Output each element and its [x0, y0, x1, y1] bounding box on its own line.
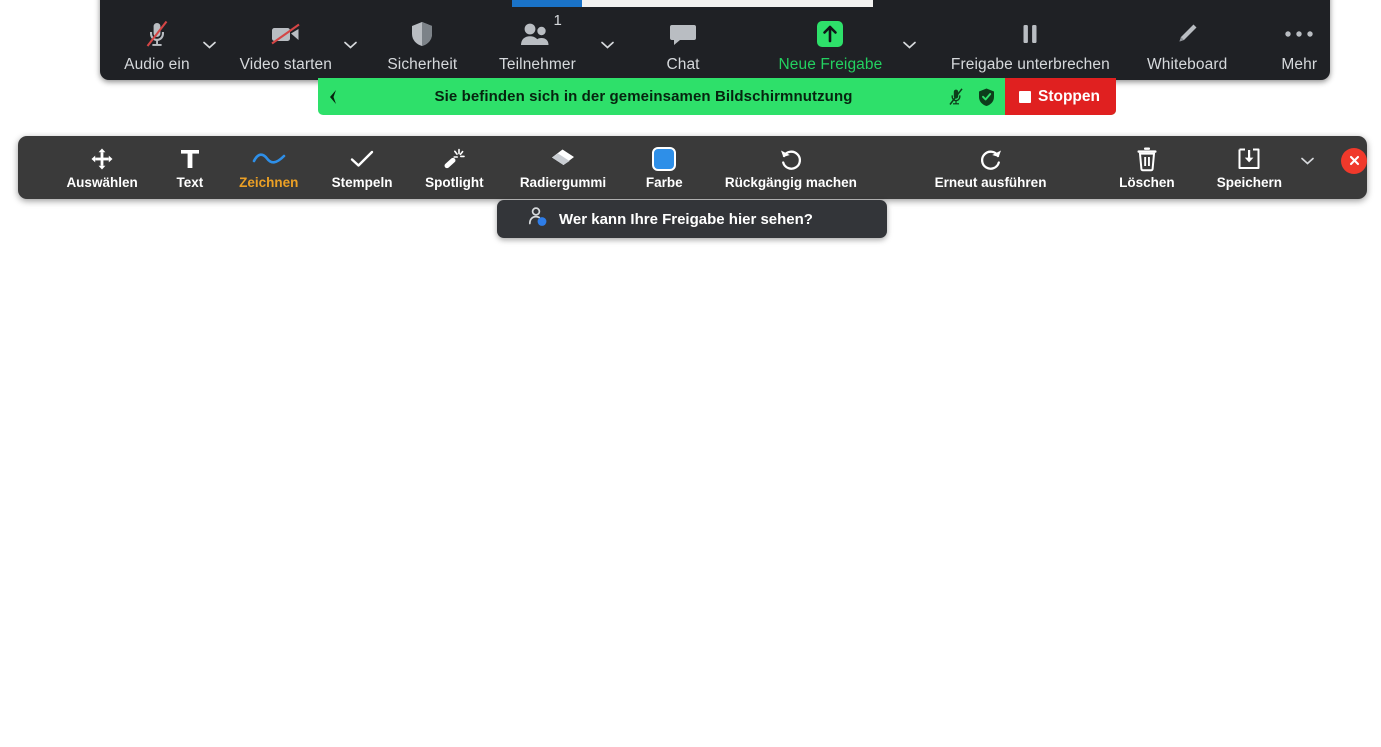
screen-root: Audio ein Video starten Sicherheit 1 Tei…: [0, 0, 1381, 747]
toolbar-label-new-share: Neue Freigabe: [778, 56, 883, 73]
annot-label-spotlight: Spotlight: [425, 174, 484, 190]
toolbar-label-more: Mehr: [1281, 56, 1318, 73]
toolbar-button-security[interactable]: Sicherheit: [374, 0, 471, 80]
chat-bubble-icon: [668, 13, 698, 55]
audio-options-caret[interactable]: [200, 0, 219, 80]
tooltip-text: Wer kann Ihre Freigabe hier sehen?: [559, 210, 813, 228]
share-visibility-tooltip[interactable]: Wer kann Ihre Freigabe hier sehen?: [497, 200, 887, 238]
mic-muted-small-icon[interactable]: [941, 87, 971, 107]
video-muted-icon: [269, 13, 303, 55]
draw-wave-icon: [252, 146, 286, 172]
toolbar-button-chat[interactable]: Chat: [655, 0, 711, 80]
spotlight-wand-icon: [441, 146, 467, 172]
undo-icon: [778, 146, 804, 172]
annot-label-clear: Löschen: [1119, 174, 1175, 190]
toolbar-button-whiteboard[interactable]: Whiteboard: [1136, 0, 1239, 80]
pause-icon: [1018, 13, 1042, 55]
more-dots-icon: [1283, 13, 1315, 55]
checkmark-icon: [349, 146, 375, 172]
drag-grip-icon[interactable]: [318, 88, 350, 106]
annot-close-button[interactable]: [1341, 147, 1368, 174]
participants-count: 1: [553, 12, 562, 29]
annot-button-undo[interactable]: Rückgängig machen: [715, 136, 866, 199]
annot-label-draw: Zeichnen: [239, 174, 299, 190]
toolbar-label-pause-share: Freigabe unterbrechen: [950, 56, 1110, 73]
redo-icon: [978, 146, 1004, 172]
toolbar-label-whiteboard: Whiteboard: [1147, 56, 1228, 73]
toolbar-button-more[interactable]: Mehr: [1268, 0, 1330, 80]
mic-muted-icon: [143, 13, 171, 55]
screen-share-border-strip: [0, 0, 1381, 7]
text-t-icon: [179, 146, 201, 172]
annot-button-eraser[interactable]: Radiergummi: [513, 136, 614, 199]
toolbar-button-audio[interactable]: Audio ein: [114, 0, 200, 80]
toolbar-button-pause-share[interactable]: Freigabe unterbrechen: [941, 0, 1120, 80]
annot-button-text[interactable]: Text: [170, 136, 210, 199]
close-x-icon: [1341, 147, 1368, 174]
new-share-options-caret[interactable]: [900, 0, 919, 80]
save-options-caret-icon[interactable]: [1296, 129, 1319, 192]
annot-label-redo: Erneut ausführen: [934, 174, 1047, 190]
save-download-icon: [1236, 146, 1262, 172]
move-arrows-icon: [90, 146, 114, 172]
stop-share-label: Stoppen: [1038, 87, 1100, 105]
pencil-icon: [1174, 13, 1200, 55]
annot-label-eraser: Radiergummi: [519, 174, 607, 190]
toolbar-label-audio: Audio ein: [124, 56, 190, 73]
share-border-segment-window: [582, 0, 873, 7]
eraser-icon: [549, 146, 577, 172]
toolbar-button-participants[interactable]: 1 Teilnehmer: [491, 0, 584, 80]
screen-share-status-bar: Sie befinden sich in der gemeinsamen Bil…: [318, 78, 1116, 115]
video-options-caret[interactable]: [341, 0, 360, 80]
person-presence-icon: [527, 206, 549, 233]
annot-button-spotlight[interactable]: Spotlight: [420, 136, 488, 199]
shield-check-icon[interactable]: [971, 87, 1001, 107]
annot-button-draw[interactable]: Zeichnen: [234, 136, 304, 199]
annot-button-color[interactable]: Farbe: [637, 136, 691, 199]
annot-button-clear[interactable]: Löschen: [1113, 136, 1181, 199]
toolbar-label-security: Sicherheit: [387, 56, 458, 73]
toolbar-button-video[interactable]: Video starten: [231, 0, 341, 80]
annot-button-select[interactable]: Auswählen: [58, 136, 146, 199]
color-swatch-icon: [652, 146, 677, 172]
toolbar-button-new-share[interactable]: Neue Freigabe: [767, 0, 894, 80]
annot-label-stamp: Stempeln: [331, 174, 393, 190]
annot-label-color: Farbe: [645, 174, 683, 190]
annot-label-select: Auswählen: [66, 174, 138, 190]
toolbar-label-video: Video starten: [239, 56, 332, 73]
toolbar-label-participants: Teilnehmer: [499, 56, 576, 73]
annot-label-text: Text: [176, 174, 204, 190]
participants-options-caret[interactable]: [598, 0, 617, 80]
annot-label-save: Speichern: [1216, 174, 1282, 190]
annot-label-undo: Rückgängig machen: [724, 174, 857, 190]
share-screen-icon: [813, 13, 847, 55]
share-border-segment-active: [512, 0, 582, 7]
shield-icon: [410, 13, 434, 55]
stop-square-icon: [1019, 90, 1031, 103]
annot-button-redo[interactable]: Erneut ausführen: [920, 136, 1060, 199]
meeting-controls-toolbar: Audio ein Video starten Sicherheit 1 Tei…: [100, 0, 1330, 80]
share-status-message: Sie befinden sich in der gemeinsamen Bil…: [434, 88, 853, 105]
toolbar-label-chat: Chat: [666, 56, 700, 73]
annotation-toolbar: Auswählen Text Zeichnen Stempeln Spotlig…: [18, 136, 1368, 199]
annot-button-save[interactable]: Speichern: [1207, 136, 1292, 199]
trash-icon: [1135, 146, 1159, 172]
annot-button-stamp[interactable]: Stempeln: [328, 136, 396, 199]
participants-icon: [519, 13, 555, 55]
stop-share-button[interactable]: Stoppen: [1005, 78, 1116, 115]
